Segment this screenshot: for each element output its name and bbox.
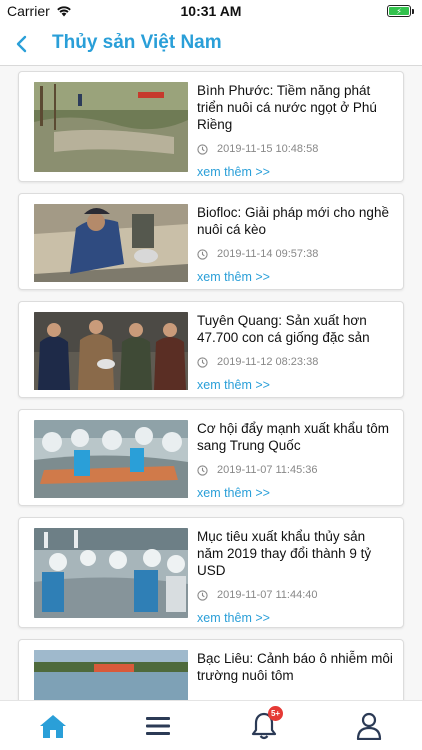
article-date: 2019-11-12 08:23:38 xyxy=(217,356,319,368)
article-title[interactable]: Biofloc: Giải pháp mới cho nghề nuôi cá … xyxy=(197,204,395,238)
article-card[interactable]: Tuyên Quang: Sản xuất hơn 47.700 con cá … xyxy=(18,301,404,398)
article-meta: 2019-11-15 10:48:58 xyxy=(197,143,395,155)
article-meta: 2019-11-07 11:45:36 xyxy=(197,464,395,476)
article-thumbnail[interactable] xyxy=(34,528,188,618)
chevron-left-icon xyxy=(16,35,27,53)
tab-menu[interactable] xyxy=(106,701,212,750)
article-meta: 2019-11-14 09:57:38 xyxy=(197,248,395,260)
notification-badge: 5+ xyxy=(268,706,283,721)
clock-icon xyxy=(197,356,208,368)
article-date: 2019-11-15 10:48:58 xyxy=(217,143,319,155)
tab-notifications[interactable]: 5+ xyxy=(211,701,317,750)
clock-icon xyxy=(197,248,208,260)
tab-bar: 5+ xyxy=(0,700,422,750)
back-button[interactable] xyxy=(8,30,34,58)
article-card[interactable]: Cơ hội đẩy mạnh xuất khẩu tôm sang Trung… xyxy=(18,409,404,506)
read-more-link[interactable]: xem thêm >> xyxy=(197,486,395,500)
user-icon xyxy=(357,712,382,740)
article-card[interactable]: Bạc Liêu: Cảnh báo ô nhiễm môi trường nu… xyxy=(18,639,404,700)
tab-profile[interactable] xyxy=(317,701,422,750)
article-title[interactable]: Mục tiêu xuất khẩu thủy sản năm 2019 tha… xyxy=(197,528,395,579)
article-card[interactable]: Bình Phước: Tiềm năng phát triển nuôi cá… xyxy=(18,71,404,182)
menu-icon xyxy=(146,716,171,735)
tab-home[interactable] xyxy=(0,701,106,750)
page-title: Thủy sản Việt Nam xyxy=(52,32,222,53)
read-more-link[interactable]: xem thêm >> xyxy=(197,270,395,284)
article-card[interactable]: Mục tiêu xuất khẩu thủy sản năm 2019 tha… xyxy=(18,517,404,628)
article-meta: 2019-11-12 08:23:38 xyxy=(197,356,395,368)
article-date: 2019-11-14 09:57:38 xyxy=(217,248,319,260)
clock-icon xyxy=(197,464,208,476)
article-date: 2019-11-07 11:45:36 xyxy=(217,464,318,476)
article-title[interactable]: Cơ hội đẩy mạnh xuất khẩu tôm sang Trung… xyxy=(197,420,395,454)
read-more-link[interactable]: xem thêm >> xyxy=(197,378,395,392)
article-title[interactable]: Bình Phước: Tiềm năng phát triển nuôi cá… xyxy=(197,82,395,133)
home-icon xyxy=(39,714,66,738)
article-thumbnail[interactable] xyxy=(34,82,188,172)
clock-icon xyxy=(197,589,208,601)
article-thumbnail[interactable] xyxy=(34,312,188,402)
navigation-bar: Thủy sản Việt Nam xyxy=(0,22,422,66)
article-thumbnail[interactable] xyxy=(34,650,188,700)
status-bar: Carrier 10:31 AM ⚡ xyxy=(0,0,422,22)
clock-icon xyxy=(197,143,208,155)
article-date: 2019-11-07 11:44:40 xyxy=(217,589,318,601)
read-more-link[interactable]: xem thêm >> xyxy=(197,611,395,625)
battery-icon: ⚡ xyxy=(387,5,414,17)
article-card[interactable]: Biofloc: Giải pháp mới cho nghề nuôi cá … xyxy=(18,193,404,290)
status-time: 10:31 AM xyxy=(180,3,242,19)
article-title[interactable]: Tuyên Quang: Sản xuất hơn 47.700 con cá … xyxy=(197,312,395,346)
article-thumbnail[interactable] xyxy=(34,204,188,294)
article-title[interactable]: Bạc Liêu: Cảnh báo ô nhiễm môi trường nu… xyxy=(197,650,395,684)
article-list[interactable]: Bình Phước: Tiềm năng phát triển nuôi cá… xyxy=(0,66,422,700)
article-meta: 2019-11-07 11:44:40 xyxy=(197,589,395,601)
read-more-link[interactable]: xem thêm >> xyxy=(197,165,395,179)
article-thumbnail[interactable] xyxy=(34,420,188,510)
